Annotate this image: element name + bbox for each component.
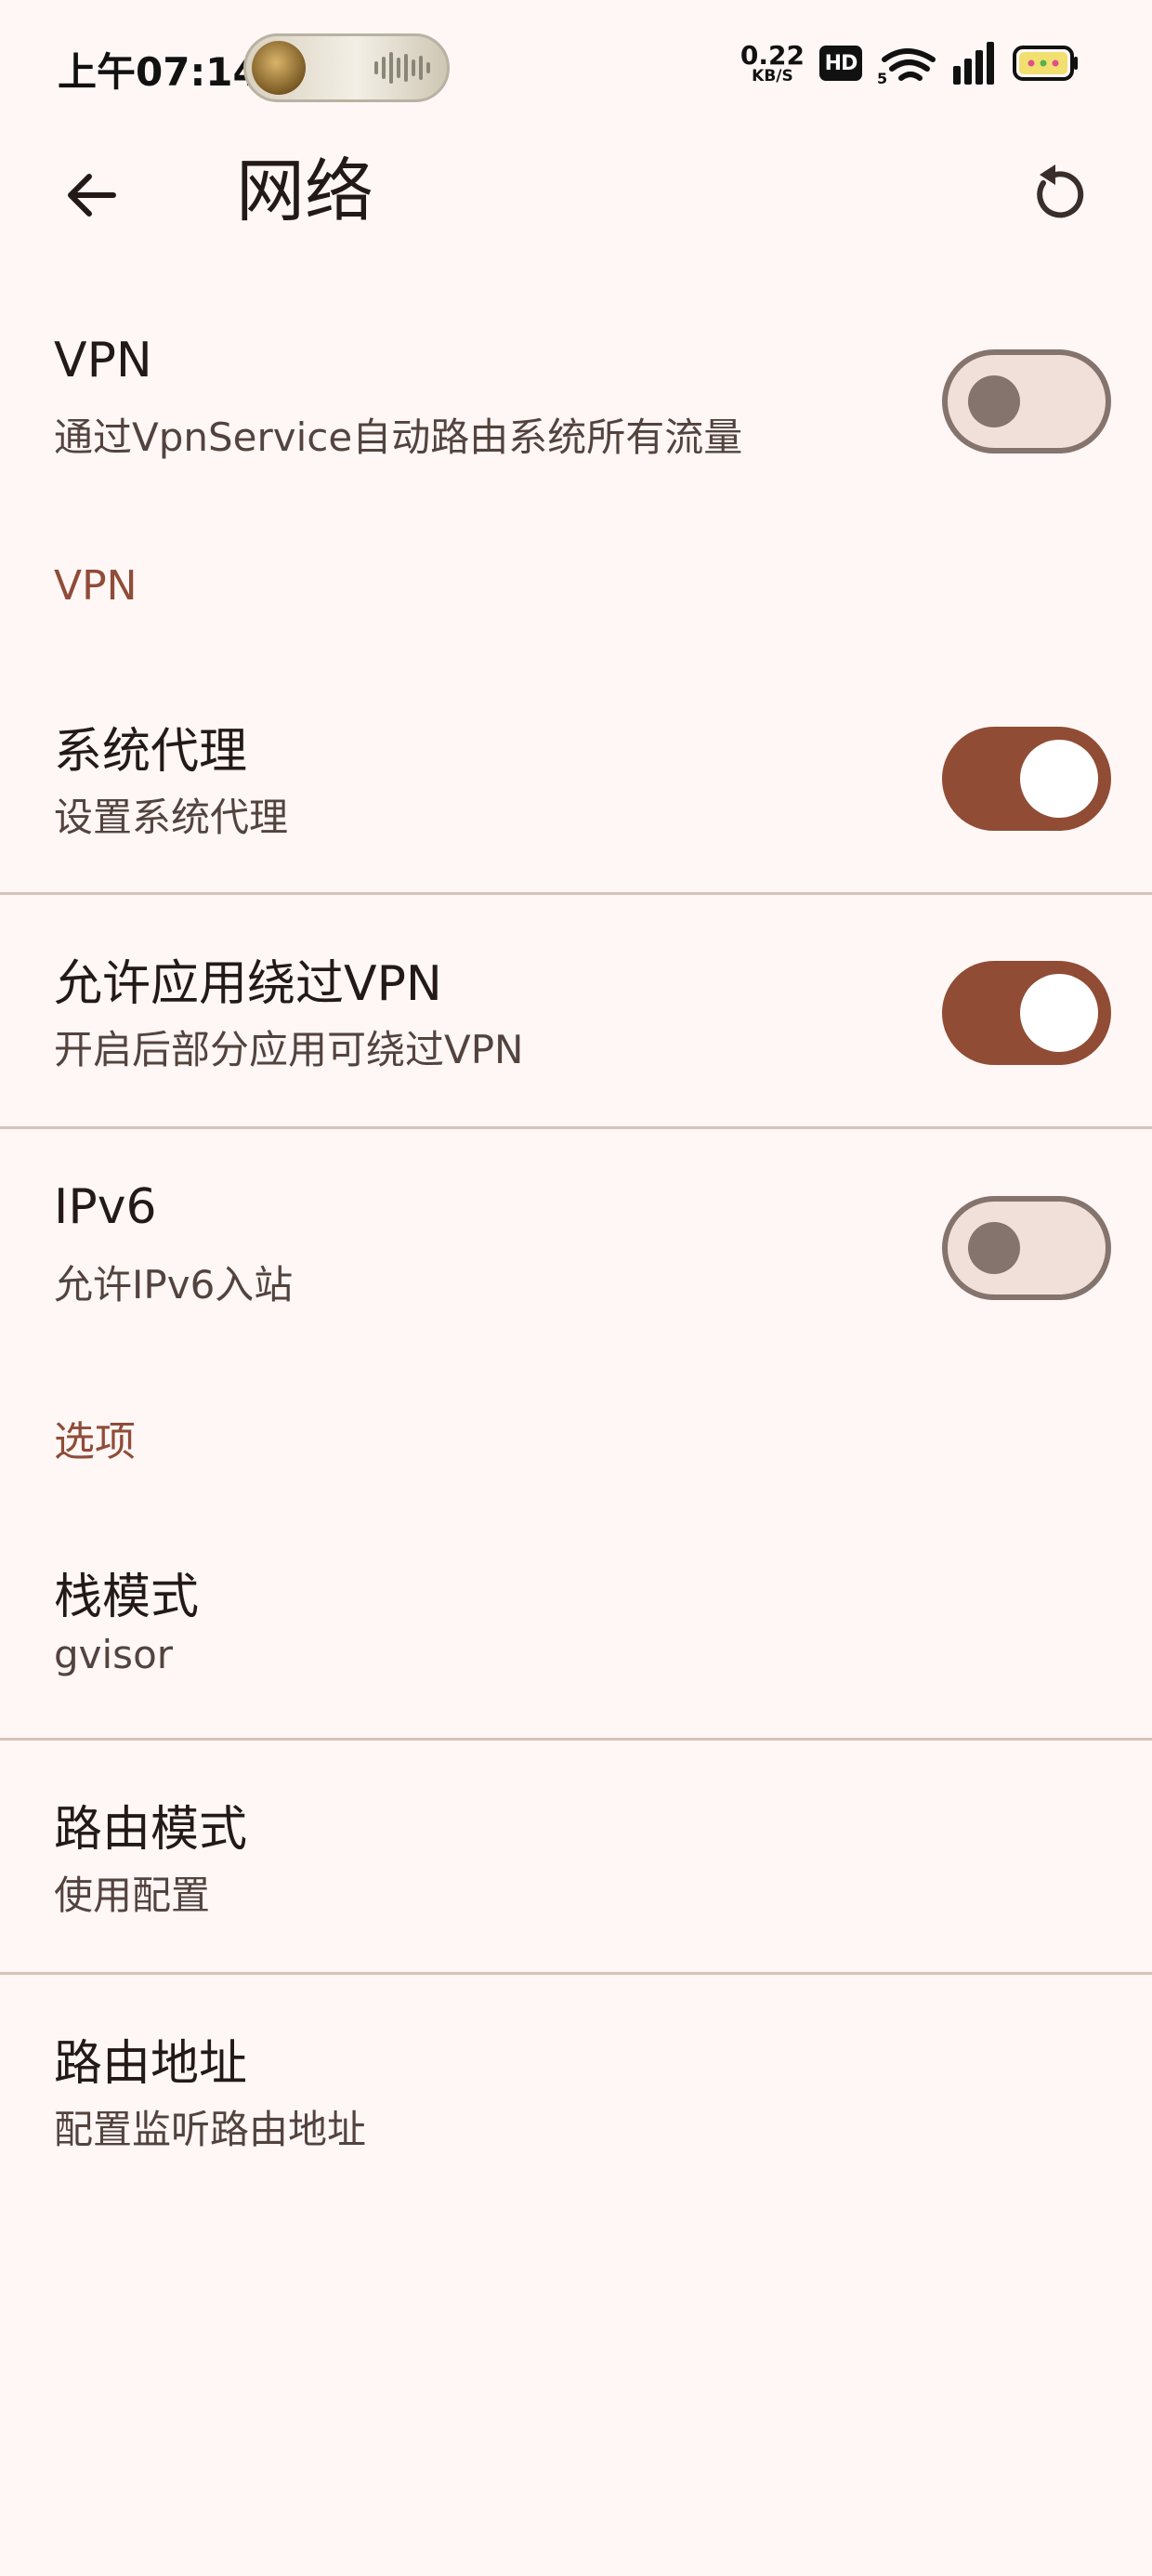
divider	[0, 892, 1152, 895]
wifi-icon: 5	[877, 48, 936, 85]
route-address-setting[interactable]: 路由地址 配置监听路由地址	[0, 2000, 1152, 2204]
stack-mode-setting[interactable]: 栈模式 gvisor	[0, 1533, 1152, 1738]
route-mode-title: 路由模式	[54, 1802, 248, 1858]
route-mode-setting[interactable]: 路由模式 使用配置	[0, 1766, 1152, 1970]
refresh-icon	[1037, 164, 1084, 218]
section-header-options: 选项	[54, 1418, 136, 1465]
signal-label: 5	[877, 70, 887, 85]
bypass-vpn-title: 允许应用绕过VPN	[54, 956, 442, 1012]
bypass-vpn-toggle[interactable]	[942, 961, 1111, 1065]
vpn-setting[interactable]: VPN 通过VpnService自动路由系统所有流量	[0, 307, 1152, 493]
ipv6-toggle[interactable]	[942, 1196, 1111, 1300]
vpn-title: VPN	[54, 333, 152, 388]
section-header-vpn: VPN	[54, 562, 137, 610]
arrow-left-icon	[68, 174, 116, 217]
divider	[0, 1738, 1152, 1741]
toggle-knob	[968, 375, 1020, 427]
audio-wave-icon	[374, 36, 430, 99]
status-time: 上午07:14	[58, 49, 260, 95]
page-title: 网络	[236, 151, 373, 231]
vpn-toggle[interactable]	[942, 349, 1111, 453]
ipv6-title: IPv6	[54, 1179, 157, 1235]
cellular-signal-icon	[953, 42, 994, 85]
route-mode-value: 使用配置	[54, 1873, 211, 1918]
network-speed-value: 0.22	[740, 39, 805, 71]
vpn-subtitle: 通过VpnService自动路由系统所有流量	[54, 414, 743, 460]
bypass-vpn-subtitle: 开启后部分应用可绕过VPN	[54, 1027, 524, 1072]
battery-icon	[1013, 46, 1078, 81]
system-proxy-setting[interactable]: 系统代理 设置系统代理	[0, 688, 1152, 892]
status-bar: 上午07:14 0.22 KB/S HD 5	[0, 0, 1152, 130]
bypass-vpn-setting[interactable]: 允许应用绕过VPN 开启后部分应用可绕过VPN	[0, 920, 1152, 1124]
back-button[interactable]	[52, 156, 130, 234]
stack-mode-value: gvisor	[54, 1632, 174, 1677]
route-address-subtitle: 配置监听路由地址	[54, 2107, 367, 2152]
system-proxy-title: 系统代理	[54, 724, 248, 780]
divider	[0, 1126, 1152, 1129]
system-proxy-subtitle: 设置系统代理	[54, 795, 289, 840]
reset-button[interactable]	[1016, 156, 1094, 234]
divider	[0, 1972, 1152, 1975]
hd-icon: HD	[819, 46, 862, 81]
network-speed-unit: KB/S	[752, 66, 793, 85]
toggle-knob	[1020, 974, 1098, 1052]
ipv6-setting[interactable]: IPv6 允许IPv6入站	[0, 1157, 1152, 1343]
system-proxy-toggle[interactable]	[942, 727, 1111, 831]
stack-mode-title: 栈模式	[54, 1570, 200, 1625]
route-address-title: 路由地址	[54, 2036, 248, 2092]
ipv6-subtitle: 允许IPv6入站	[54, 1262, 294, 1308]
media-pill[interactable]	[243, 33, 450, 102]
toggle-knob	[1020, 740, 1098, 818]
album-art-thumbnail	[252, 41, 306, 95]
status-icons: 0.22 KB/S HD 5	[740, 41, 1080, 85]
toggle-knob	[968, 1222, 1020, 1274]
top-app-bar: 网络	[0, 130, 1152, 260]
network-speed: 0.22 KB/S	[740, 39, 805, 85]
